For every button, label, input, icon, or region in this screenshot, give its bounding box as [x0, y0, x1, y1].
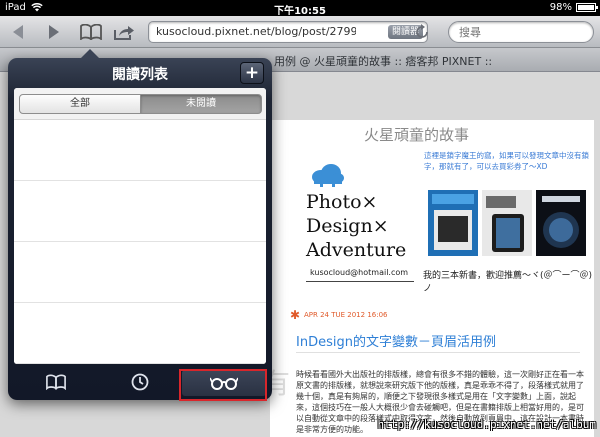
search-bar[interactable] [448, 21, 594, 43]
reading-list-title: 閱讀列表 [112, 67, 168, 83]
popover-arrow [81, 49, 99, 58]
bookmarks-button[interactable] [78, 22, 104, 42]
history-tab[interactable] [98, 370, 182, 396]
bookmarks-tab[interactable] [14, 370, 98, 396]
author-email[interactable]: kusocloud@hotmail.com [310, 268, 408, 277]
book-cover-2[interactable] [482, 190, 532, 256]
segment-unread[interactable]: 未閱讀 [140, 94, 262, 114]
browser-toolbar: kusocloud.pixnet.net/blog/post/27995522 … [0, 16, 600, 58]
add-button[interactable]: + [240, 62, 264, 84]
back-button[interactable] [8, 22, 28, 42]
bookmarks-icon [46, 374, 66, 391]
status-bar: iPad 下午10:55 98% [0, 0, 600, 17]
battery-icon [576, 3, 598, 12]
battery-percent: 98% [549, 2, 572, 13]
back-arrow-icon [13, 25, 23, 39]
list-item[interactable] [14, 303, 266, 364]
banner-line-design: Design× [306, 215, 389, 237]
post-star-icon: ✱ [290, 308, 301, 322]
email-divider [306, 281, 414, 282]
blog-title[interactable]: 火星頑童的故事 [364, 124, 469, 145]
list-item[interactable] [14, 181, 266, 242]
highlight-annotation [179, 369, 267, 401]
list-item[interactable] [14, 120, 266, 181]
search-input[interactable] [459, 24, 585, 40]
post-date: APR 24 TUE 2012 16:06 [304, 311, 388, 319]
url-text: kusocloud.pixnet.net/blog/post/27995522 [156, 25, 356, 38]
book-covers [424, 190, 590, 260]
book-tagline: 我的三本新書，歡迎推薦～ヾ(＠⌒ー⌒＠)ノ [423, 271, 593, 294]
reload-icon[interactable] [416, 24, 428, 40]
blog-subtitle: 這裡是鎖字魔王的窩，如果可以發現文章中沒有鎖字，那就有了，可以去買彩券了～XD [424, 151, 589, 171]
forward-button[interactable] [44, 22, 64, 42]
reading-list-panel: 全部 未閱讀 [14, 88, 266, 364]
book-cover-1[interactable] [428, 190, 478, 256]
share-button[interactable] [112, 22, 136, 42]
segment-all[interactable]: 全部 [19, 94, 141, 114]
status-time: 下午10:55 [274, 6, 326, 17]
segment-control: 全部 未閱讀 [14, 88, 266, 120]
tab-title[interactable]: 用例 @ 火星頑童的故事 :: 痞客邦 PIXNET :: [274, 53, 492, 69]
banner-line-photo: Photo× [306, 191, 378, 213]
status-right: 98% [549, 2, 598, 13]
history-icon [131, 373, 149, 391]
cloud-logo-icon [312, 164, 344, 187]
url-bar[interactable]: kusocloud.pixnet.net/blog/post/27995522 … [148, 21, 428, 43]
post-title[interactable]: InDesign的文字變數－頁眉活用例 [296, 331, 496, 350]
book-icon [80, 23, 102, 42]
banner-line-adventure: Adventure [306, 239, 407, 261]
album-watermark: http://kusocloud.pixnet.net/album [377, 418, 596, 431]
post-divider [296, 352, 580, 353]
list-item[interactable] [14, 242, 266, 303]
banner-text: Photo× Design× Adventure [306, 190, 406, 262]
reading-list-popover: 閱讀列表 + 全部 未閱讀 [8, 58, 272, 400]
book-cover-3[interactable] [536, 190, 586, 256]
share-icon [114, 26, 134, 40]
forward-arrow-icon [49, 25, 59, 39]
